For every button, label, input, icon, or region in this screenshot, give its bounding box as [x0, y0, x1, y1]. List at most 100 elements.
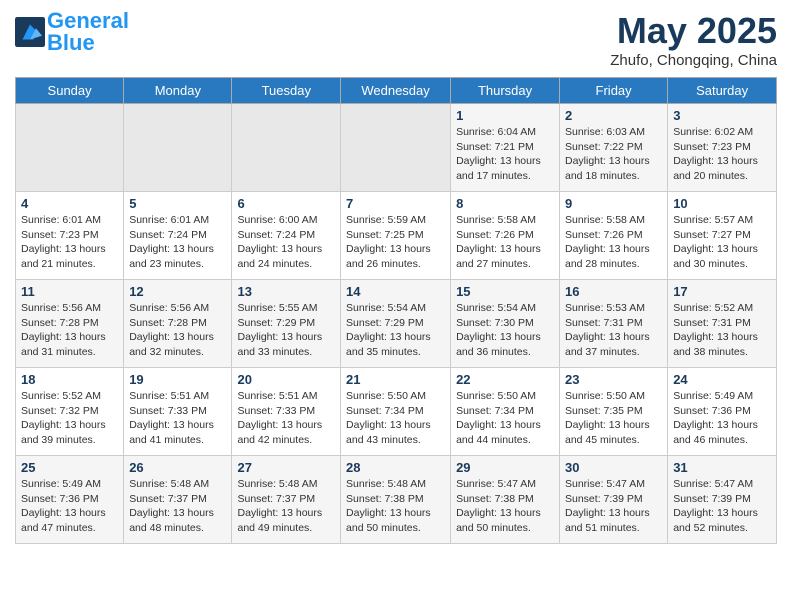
page-header: GeneralBlue May 2025 Zhufo, Chongqing, C…: [15, 10, 777, 69]
weekday-header-friday: Friday: [560, 78, 668, 104]
calendar-cell: 14 Sunrise: 5:54 AMSunset: 7:29 PMDayligh…: [341, 280, 451, 368]
calendar-cell: 19 Sunrise: 5:51 AMSunset: 7:33 PMDayligh…: [124, 368, 232, 456]
day-info: Sunrise: 5:58 AMSunset: 7:26 PMDaylight:…: [456, 213, 554, 272]
day-info: Sunrise: 5:56 AMSunset: 7:28 PMDaylight:…: [129, 301, 226, 360]
day-number: 25: [21, 460, 118, 475]
calendar-cell: 13 Sunrise: 5:55 AMSunset: 7:29 PMDayligh…: [232, 280, 341, 368]
calendar-week-3: 11 Sunrise: 5:56 AMSunset: 7:28 PMDayligh…: [16, 280, 777, 368]
day-number: 23: [565, 372, 662, 387]
calendar-cell: 28 Sunrise: 5:48 AMSunset: 7:38 PMDayligh…: [341, 456, 451, 544]
day-info: Sunrise: 5:50 AMSunset: 7:34 PMDaylight:…: [456, 389, 554, 448]
day-info: Sunrise: 5:47 AMSunset: 7:38 PMDaylight:…: [456, 477, 554, 536]
day-info: Sunrise: 5:58 AMSunset: 7:26 PMDaylight:…: [565, 213, 662, 272]
day-info: Sunrise: 5:50 AMSunset: 7:34 PMDaylight:…: [346, 389, 445, 448]
calendar-week-4: 18Sunrise: 5:52 AMSunset: 7:32 PMDayligh…: [16, 368, 777, 456]
day-number: 29: [456, 460, 554, 475]
day-info: Sunrise: 6:00 AMSunset: 7:24 PMDaylight:…: [237, 213, 335, 272]
day-number: 8: [456, 196, 554, 211]
calendar-cell: 30 Sunrise: 5:47 AMSunset: 7:39 PMDayligh…: [560, 456, 668, 544]
day-info: Sunrise: 5:47 AMSunset: 7:39 PMDaylight:…: [565, 477, 662, 536]
logo-text: GeneralBlue: [47, 10, 129, 54]
day-number: 1: [456, 108, 554, 123]
logo: GeneralBlue: [15, 10, 129, 54]
day-info: Sunrise: 5:48 AMSunset: 7:37 PMDaylight:…: [237, 477, 335, 536]
calendar-cell: 25 Sunrise: 5:49 AMSunset: 7:36 PMDayligh…: [16, 456, 124, 544]
calendar-cell: [232, 104, 341, 192]
day-number: 15: [456, 284, 554, 299]
day-info: Sunrise: 6:01 AMSunset: 7:23 PMDaylight:…: [21, 213, 118, 272]
day-number: 10: [673, 196, 771, 211]
day-number: 16: [565, 284, 662, 299]
calendar-cell: [341, 104, 451, 192]
day-info: Sunrise: 5:53 AMSunset: 7:31 PMDaylight:…: [565, 301, 662, 360]
logo-icon: [15, 17, 45, 47]
calendar-cell: 18Sunrise: 5:52 AMSunset: 7:32 PMDayligh…: [16, 368, 124, 456]
day-number: 6: [237, 196, 335, 211]
day-info: Sunrise: 5:56 AMSunset: 7:28 PMDaylight:…: [21, 301, 118, 360]
day-number: 28: [346, 460, 445, 475]
day-info: Sunrise: 5:51 AMSunset: 7:33 PMDaylight:…: [237, 389, 335, 448]
day-number: 21: [346, 372, 445, 387]
day-number: 30: [565, 460, 662, 475]
calendar-cell: 31 Sunrise: 5:47 AMSunset: 7:39 PMDayligh…: [668, 456, 777, 544]
calendar-cell: 10 Sunrise: 5:57 AMSunset: 7:27 PMDayligh…: [668, 192, 777, 280]
day-info: Sunrise: 5:51 AMSunset: 7:33 PMDaylight:…: [129, 389, 226, 448]
calendar-cell: [16, 104, 124, 192]
calendar-cell: 26 Sunrise: 5:48 AMSunset: 7:37 PMDayligh…: [124, 456, 232, 544]
day-info: Sunrise: 5:54 AMSunset: 7:30 PMDaylight:…: [456, 301, 554, 360]
day-info: Sunrise: 5:57 AMSunset: 7:27 PMDaylight:…: [673, 213, 771, 272]
calendar-cell: 11 Sunrise: 5:56 AMSunset: 7:28 PMDayligh…: [16, 280, 124, 368]
location: Zhufo, Chongqing, China: [610, 52, 777, 69]
calendar-cell: 6 Sunrise: 6:00 AMSunset: 7:24 PMDaylight…: [232, 192, 341, 280]
day-number: 31: [673, 460, 771, 475]
weekday-header-tuesday: Tuesday: [232, 78, 341, 104]
day-number: 26: [129, 460, 226, 475]
weekday-header-row: SundayMondayTuesdayWednesdayThursdayFrid…: [16, 78, 777, 104]
day-info: Sunrise: 6:04 AMSunset: 7:21 PMDaylight:…: [456, 125, 554, 184]
day-info: Sunrise: 5:52 AMSunset: 7:31 PMDaylight:…: [673, 301, 771, 360]
weekday-header-sunday: Sunday: [16, 78, 124, 104]
calendar-cell: 2 Sunrise: 6:03 AMSunset: 7:22 PMDaylight…: [560, 104, 668, 192]
calendar-cell: 12Sunrise: 5:56 AMSunset: 7:28 PMDayligh…: [124, 280, 232, 368]
day-info: Sunrise: 6:03 AMSunset: 7:22 PMDaylight:…: [565, 125, 662, 184]
day-number: 17: [673, 284, 771, 299]
calendar-cell: 8 Sunrise: 5:58 AMSunset: 7:26 PMDaylight…: [451, 192, 560, 280]
calendar-cell: 7 Sunrise: 5:59 AMSunset: 7:25 PMDaylight…: [341, 192, 451, 280]
calendar-week-1: 1 Sunrise: 6:04 AMSunset: 7:21 PMDaylight…: [16, 104, 777, 192]
weekday-header-monday: Monday: [124, 78, 232, 104]
calendar-week-2: 4 Sunrise: 6:01 AMSunset: 7:23 PMDaylight…: [16, 192, 777, 280]
calendar-week-5: 25 Sunrise: 5:49 AMSunset: 7:36 PMDayligh…: [16, 456, 777, 544]
day-number: 14: [346, 284, 445, 299]
day-number: 5: [129, 196, 226, 211]
calendar-cell: 20Sunrise: 5:51 AMSunset: 7:33 PMDayligh…: [232, 368, 341, 456]
day-info: Sunrise: 5:59 AMSunset: 7:25 PMDaylight:…: [346, 213, 445, 272]
day-info: Sunrise: 5:55 AMSunset: 7:29 PMDaylight:…: [237, 301, 335, 360]
day-number: 2: [565, 108, 662, 123]
calendar-cell: 21 Sunrise: 5:50 AMSunset: 7:34 PMDayligh…: [341, 368, 451, 456]
day-info: Sunrise: 5:48 AMSunset: 7:37 PMDaylight:…: [129, 477, 226, 536]
day-number: 11: [21, 284, 118, 299]
day-info: Sunrise: 5:47 AMSunset: 7:39 PMDaylight:…: [673, 477, 771, 536]
day-number: 19: [129, 372, 226, 387]
day-info: Sunrise: 5:48 AMSunset: 7:38 PMDaylight:…: [346, 477, 445, 536]
calendar-cell: 24 Sunrise: 5:49 AMSunset: 7:36 PMDayligh…: [668, 368, 777, 456]
calendar-cell: 1 Sunrise: 6:04 AMSunset: 7:21 PMDaylight…: [451, 104, 560, 192]
day-info: Sunrise: 5:50 AMSunset: 7:35 PMDaylight:…: [565, 389, 662, 448]
day-info: Sunrise: 5:49 AMSunset: 7:36 PMDaylight:…: [673, 389, 771, 448]
calendar-cell: [124, 104, 232, 192]
day-info: Sunrise: 5:54 AMSunset: 7:29 PMDaylight:…: [346, 301, 445, 360]
day-number: 4: [21, 196, 118, 211]
calendar-cell: 4 Sunrise: 6:01 AMSunset: 7:23 PMDaylight…: [16, 192, 124, 280]
calendar-cell: 17 Sunrise: 5:52 AMSunset: 7:31 PMDayligh…: [668, 280, 777, 368]
calendar-cell: 5 Sunrise: 6:01 AMSunset: 7:24 PMDaylight…: [124, 192, 232, 280]
day-info: Sunrise: 6:02 AMSunset: 7:23 PMDaylight:…: [673, 125, 771, 184]
day-number: 7: [346, 196, 445, 211]
day-info: Sunrise: 6:01 AMSunset: 7:24 PMDaylight:…: [129, 213, 226, 272]
day-info: Sunrise: 5:49 AMSunset: 7:36 PMDaylight:…: [21, 477, 118, 536]
calendar-cell: 3Sunrise: 6:02 AMSunset: 7:23 PMDaylight…: [668, 104, 777, 192]
day-number: 24: [673, 372, 771, 387]
calendar-cell: 29 Sunrise: 5:47 AMSunset: 7:38 PMDayligh…: [451, 456, 560, 544]
calendar-cell: 27Sunrise: 5:48 AMSunset: 7:37 PMDayligh…: [232, 456, 341, 544]
calendar-cell: 22Sunrise: 5:50 AMSunset: 7:34 PMDayligh…: [451, 368, 560, 456]
day-number: 13: [237, 284, 335, 299]
